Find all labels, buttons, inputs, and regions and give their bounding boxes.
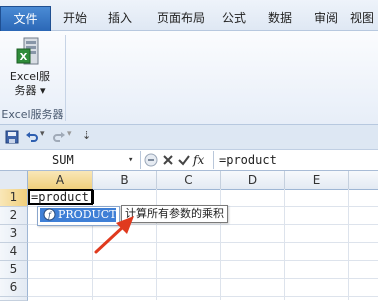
column-header-c[interactable]: C — [157, 171, 221, 190]
formula-bar-handle-icon[interactable] — [143, 152, 159, 168]
grid-line — [28, 296, 378, 297]
function-icon: f — [43, 208, 56, 221]
grid-line — [28, 242, 378, 243]
name-box-value: SUM — [52, 153, 74, 167]
fx-icon[interactable]: fx — [193, 151, 204, 169]
tab-insert[interactable]: 插入 — [102, 6, 138, 30]
save-icon[interactable] — [5, 130, 19, 144]
name-box-dropdown-icon[interactable]: ▾ — [128, 152, 133, 169]
enter-icon[interactable] — [177, 153, 191, 167]
row-header-7[interactable]: 7 — [0, 297, 28, 301]
tab-page-layout[interactable]: 页面布局 — [148, 6, 214, 30]
grid-line — [28, 260, 378, 261]
group-separator — [65, 35, 66, 121]
row-header-2[interactable]: 2 — [0, 207, 28, 225]
grid-line — [348, 189, 349, 300]
excel-services-label-2: 务器 ▾ — [14, 84, 46, 97]
tab-file[interactable]: 文件 — [0, 6, 51, 32]
grid-line — [284, 189, 285, 300]
formula-input[interactable]: =product — [219, 151, 277, 169]
redo-icon[interactable] — [52, 130, 66, 144]
excel-services-label-1: Excel服 — [9, 70, 51, 83]
annotation-arrow-icon — [94, 216, 134, 254]
row-header-1[interactable]: 1 — [0, 189, 28, 207]
select-all-corner[interactable] — [0, 171, 28, 190]
column-header-f[interactable] — [349, 171, 378, 190]
cell-a1-text[interactable]: =product — [31, 189, 89, 206]
undo-icon[interactable] — [25, 130, 39, 144]
formula-buttons: fx — [141, 151, 211, 169]
group-label-excel-services: Excel服务器 — [1, 108, 64, 121]
row-header-3[interactable]: 3 — [0, 225, 28, 243]
column-header-b[interactable]: B — [93, 171, 157, 190]
customize-qat-icon[interactable]: ⇣ — [82, 129, 91, 142]
column-header-d[interactable]: D — [221, 171, 285, 190]
row-header-5[interactable]: 5 — [0, 261, 28, 279]
tab-formulas[interactable]: 公式 — [216, 6, 252, 30]
tab-review[interactable]: 审阅 — [308, 6, 344, 30]
tab-view[interactable]: 视图 — [350, 6, 378, 30]
text-cursor — [93, 190, 94, 204]
svg-text:X: X — [20, 52, 28, 63]
name-box[interactable]: SUM ▾ — [0, 151, 141, 169]
tab-data[interactable]: 数据 — [262, 6, 298, 30]
column-header-e[interactable]: E — [285, 171, 349, 190]
tab-home[interactable]: 开始 — [57, 6, 93, 30]
undo-dropdown-icon[interactable]: ▾ — [40, 129, 45, 139]
column-header-a[interactable]: A — [28, 171, 93, 190]
redo-dropdown-icon[interactable]: ▾ — [67, 129, 72, 139]
dropdown-caret-icon: ▾ — [39, 84, 46, 97]
excel-services-button[interactable]: X Excel服 务器 ▾ — [6, 37, 54, 105]
grid-line — [28, 278, 378, 279]
row-header-4[interactable]: 4 — [0, 243, 28, 261]
excel-server-icon: X — [16, 37, 39, 65]
formula-separator — [213, 151, 214, 169]
cancel-icon[interactable] — [161, 153, 175, 167]
row-header-6[interactable]: 6 — [0, 279, 28, 297]
